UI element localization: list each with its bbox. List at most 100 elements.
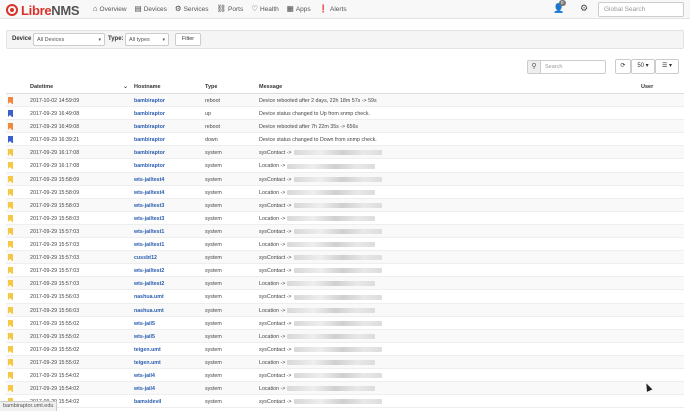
cell-datetime: 2017-09-29 15:58:03 bbox=[30, 215, 80, 222]
cell-hostname-link[interactable]: wts-jail5 bbox=[134, 334, 155, 340]
cell-datetime: 2017-09-29 16:17:08 bbox=[30, 163, 80, 170]
redacted-value bbox=[293, 346, 382, 352]
severity-bookmark-icon bbox=[8, 136, 13, 144]
severity-bookmark-icon bbox=[8, 306, 13, 314]
nav-devices[interactable]: ▤ Devices bbox=[135, 5, 167, 13]
brand-name-nms: NMS bbox=[51, 2, 80, 18]
redacted-value bbox=[287, 359, 376, 365]
cell-hostname-link[interactable]: wts-jailtest4 bbox=[134, 190, 164, 196]
nav-health[interactable]: ♡ Health bbox=[251, 5, 279, 13]
cell-type: down bbox=[205, 137, 218, 144]
severity-bookmark-icon bbox=[8, 149, 13, 157]
cell-message-text: sysContact -> bbox=[259, 228, 292, 235]
cell-hostname-link[interactable]: wts-jailtest1 bbox=[134, 229, 164, 235]
server-icon: ▤ bbox=[134, 4, 142, 13]
severity-bookmark-icon bbox=[8, 188, 13, 196]
cell-type: system bbox=[205, 320, 222, 327]
nav-ports[interactable]: ⛓ Ports bbox=[217, 5, 244, 13]
cell-hostname-link[interactable]: bambiraptor bbox=[134, 124, 165, 130]
table-row: 2017-09-29 15:54:02 wts-jail4 system Locati… bbox=[6, 382, 684, 396]
cell-type: system bbox=[205, 215, 222, 222]
table-search-input[interactable]: Search bbox=[541, 60, 606, 74]
cell-type: system bbox=[205, 268, 222, 275]
cell-hostname-link[interactable]: wts-jailtest3 bbox=[134, 216, 164, 222]
cell-message-text: sysContact -> bbox=[259, 268, 292, 275]
cell-hostname-link[interactable]: bambiraptor bbox=[134, 98, 165, 104]
cell-hostname-link[interactable]: wts-jailtest1 bbox=[134, 242, 164, 248]
table-row: 2017-09-29 15:57:03 wts-jailtest1 system sy… bbox=[6, 224, 684, 239]
cell-message: sysContact -> bbox=[259, 268, 382, 274]
cell-message-text: Location -> bbox=[259, 386, 286, 393]
logo-icon bbox=[6, 4, 18, 16]
cell-hostname-link[interactable]: wts-jail5 bbox=[134, 321, 155, 327]
cell-hostname-link[interactable]: wts-jailtest2 bbox=[134, 268, 164, 274]
cell-message: sysContact -> bbox=[259, 294, 382, 300]
cell-hostname-link[interactable]: nashua.umt bbox=[134, 294, 164, 300]
cell-hostname-link[interactable]: teigen.umt bbox=[134, 360, 161, 366]
user-menu-button[interactable]: 👤 0 bbox=[553, 0, 566, 14]
column-header-message[interactable]: Message bbox=[259, 84, 282, 90]
settings-gear-icon[interactable]: ⚙ bbox=[580, 2, 588, 14]
cell-hostname-link[interactable]: wts-jailtest2 bbox=[134, 281, 164, 287]
table-search: ⚲ Search bbox=[527, 60, 606, 74]
cell-hostname-link[interactable]: cussbt12 bbox=[134, 255, 157, 261]
column-header-hostname[interactable]: Hostname bbox=[134, 84, 161, 90]
librenms-logo[interactable]: LibreNMS bbox=[6, 2, 80, 18]
type-select[interactable]: All types ▾ bbox=[125, 33, 169, 46]
tasks-icon: ▦ bbox=[286, 4, 294, 13]
cogs-icon: ⚙ bbox=[174, 4, 182, 13]
cell-type: system bbox=[205, 294, 222, 301]
cell-hostname-link[interactable]: bambiraptor bbox=[134, 150, 165, 156]
column-header-datetime[interactable]: Datetime bbox=[30, 84, 53, 90]
severity-bookmark-icon bbox=[8, 358, 13, 366]
cell-hostname-link[interactable]: teigen.umt bbox=[134, 347, 161, 353]
table-row: 2017-10-02 14:59:09 bambiraptor reboot Devi… bbox=[6, 94, 684, 108]
cell-hostname-link[interactable]: nashua.umt bbox=[134, 308, 164, 314]
column-selector-dropdown[interactable]: ☰ ▾ bbox=[655, 59, 679, 74]
cell-message-text: Location -> bbox=[259, 359, 286, 366]
refresh-button[interactable]: ⟳ bbox=[615, 59, 631, 74]
cell-hostname-link[interactable]: wts-jailtest3 bbox=[134, 203, 164, 209]
cell-hostname-link[interactable]: bambiraptor bbox=[134, 111, 165, 117]
table-row: 2017-09-29 15:55:02 wts-jail5 system sysCon… bbox=[6, 317, 684, 330]
cell-hostname-link[interactable]: bambiraptor bbox=[134, 137, 165, 143]
column-header-type[interactable]: Type bbox=[205, 84, 217, 90]
nav-alerts[interactable]: ❗ Alerts bbox=[319, 5, 347, 13]
type-filter-label: Type: bbox=[108, 36, 124, 42]
table-row: 2017-09-29 15:57:03 wts-jailtest2 system sy… bbox=[6, 264, 684, 278]
column-header-user[interactable]: User bbox=[641, 84, 653, 90]
cell-hostname-link[interactable]: bamsidevil bbox=[134, 399, 161, 405]
nav-apps[interactable]: ▦ Apps bbox=[287, 5, 311, 13]
cell-type: up bbox=[205, 111, 211, 118]
cell-type: system bbox=[205, 228, 222, 235]
cell-type: system bbox=[205, 399, 222, 406]
cell-message-text: Location -> bbox=[259, 242, 286, 249]
heartbeat-icon: ♡ bbox=[251, 4, 258, 13]
nav-overview[interactable]: ⌂ Overview bbox=[93, 5, 127, 13]
cell-message: sysContact -> bbox=[259, 203, 382, 209]
redacted-value bbox=[293, 150, 382, 156]
table-body: 2017-10-02 14:59:09 bambiraptor reboot Devi… bbox=[6, 94, 684, 409]
cell-hostname-link[interactable]: wts-jail4 bbox=[134, 373, 155, 379]
cell-hostname-link[interactable]: wts-jailtest4 bbox=[134, 177, 164, 183]
cell-datetime: 2017-09-29 15:55:02 bbox=[30, 346, 80, 353]
severity-bookmark-icon bbox=[8, 293, 13, 301]
nav-label: Devices bbox=[143, 5, 167, 13]
cell-hostname-link[interactable]: bambiraptor bbox=[134, 163, 165, 169]
device-select[interactable]: All Devices ▾ bbox=[33, 33, 105, 46]
redacted-value bbox=[287, 215, 376, 221]
cell-type: system bbox=[205, 359, 222, 366]
cell-message: Device status changed to Up from snmp ch… bbox=[259, 111, 370, 117]
cell-datetime: 2017-09-29 15:58:09 bbox=[30, 189, 80, 196]
cell-message-text: Location -> bbox=[259, 189, 286, 196]
table-row: 2017-09-29 15:56:03 nashua.umt system Locat… bbox=[6, 303, 684, 317]
filter-button[interactable]: Filter bbox=[175, 33, 201, 46]
nav-services[interactable]: ⚙ Services bbox=[175, 5, 209, 13]
redacted-value bbox=[293, 176, 382, 182]
global-search-input[interactable]: Global Search bbox=[598, 2, 684, 17]
top-navbar: LibreNMS ⌂ Overview ▤ Devices ⚙ Services ⛓ Port… bbox=[0, 0, 690, 19]
cell-hostname-link[interactable]: wts-jail4 bbox=[134, 386, 155, 392]
sort-desc-icon[interactable]: ⌄ bbox=[123, 83, 128, 90]
page-size-dropdown[interactable]: 50 ▾ bbox=[631, 59, 655, 74]
table-row: 2017-09-29 15:58:03 wts-jailtest3 system Lo… bbox=[6, 212, 684, 225]
